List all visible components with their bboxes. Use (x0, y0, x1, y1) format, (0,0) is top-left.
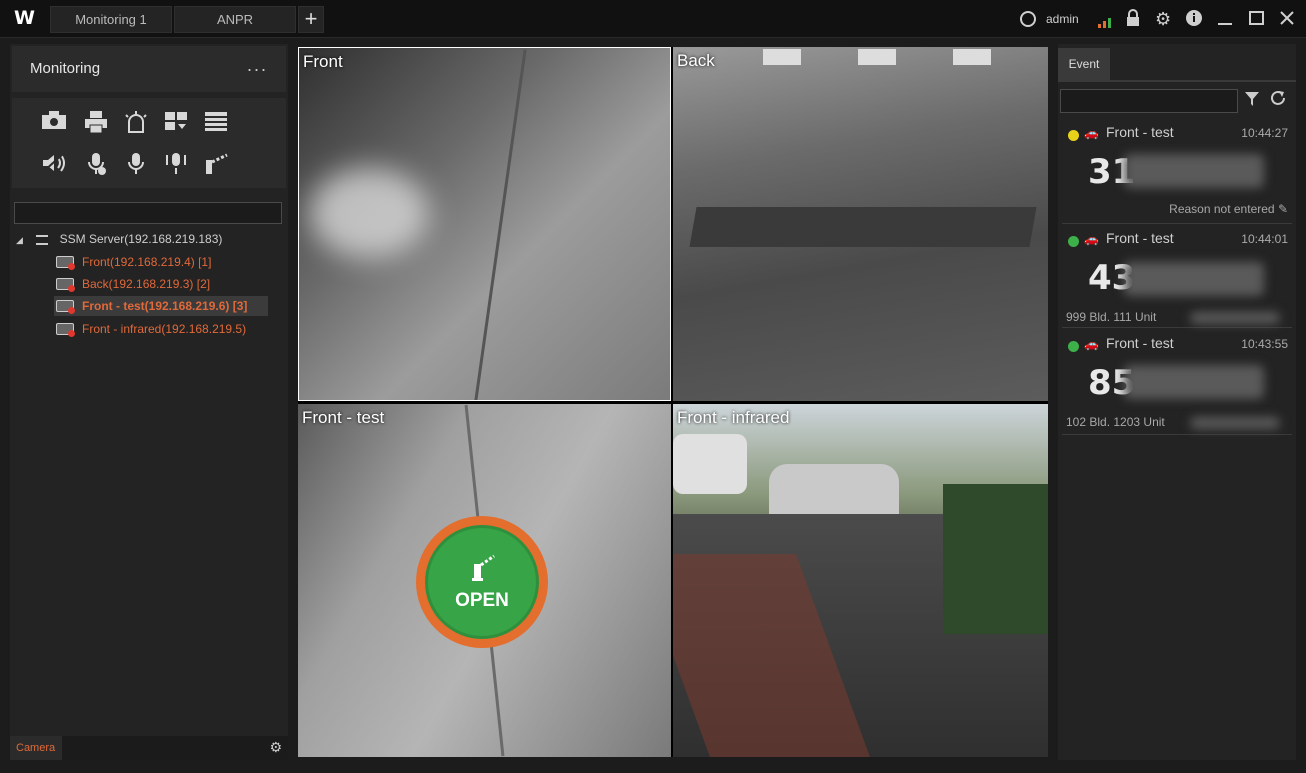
camera-item-front-test[interactable]: Front - test(192.168.219.6) [3] (54, 296, 268, 316)
title-bar: W Monitoring 1 ANPR + admin ⚙ (0, 0, 1306, 38)
sequence-icon[interactable] (202, 110, 230, 136)
event-title: Front - test (1106, 335, 1174, 351)
tab-camera[interactable]: Camera (10, 736, 62, 760)
expand-icon[interactable]: ◢ (16, 235, 23, 245)
status-dot (1068, 236, 1079, 247)
monitoring-header: Monitoring ... (12, 46, 286, 92)
event-time: 10:43:55 (1241, 337, 1288, 351)
camera-label: Front - test(192.168.219.6) [3] (82, 299, 248, 313)
lock-icon[interactable] (1125, 9, 1141, 29)
car-icon: 🚗 (1084, 126, 1099, 140)
username[interactable]: admin (1046, 9, 1079, 29)
mic-icon[interactable] (122, 152, 150, 178)
tile-label: Front - infrared (677, 408, 790, 427)
server-icon (36, 234, 49, 245)
print-icon[interactable] (82, 110, 110, 136)
edit-icon[interactable]: ✎ (1278, 202, 1288, 216)
layout-icon[interactable] (162, 110, 190, 136)
camera-item-front[interactable]: Front(192.168.219.4) [1] (54, 252, 211, 272)
tab-monitoring-1[interactable]: Monitoring 1 (50, 6, 172, 33)
tab-event[interactable]: Event (1058, 48, 1110, 80)
info-icon[interactable] (1185, 9, 1203, 29)
camera-label: Back(192.168.219.3) [2] (82, 277, 211, 291)
user-icon[interactable] (1020, 9, 1036, 29)
broadcast-mic-icon[interactable] (162, 152, 190, 178)
camera-label: Front - infrared(192.168.219.5) (82, 322, 247, 336)
event-panel: Event 🚗 Front - test 10:44:27 31 Reason … (1058, 44, 1296, 760)
event-time: 10:44:01 (1241, 232, 1288, 246)
minimize-icon[interactable] (1218, 9, 1232, 29)
unit-label: 999 Bld. 111 Unit (1066, 310, 1157, 324)
open-gate-button[interactable]: OPEN (416, 516, 548, 648)
more-menu-button[interactable]: ... (247, 55, 268, 76)
event-title: Front - test (1106, 230, 1174, 246)
video-tile-back[interactable]: Back (673, 47, 1048, 401)
car-icon: 🚗 (1084, 232, 1099, 246)
tile-label: Front - test (302, 408, 385, 427)
event-search-input[interactable] (1060, 89, 1238, 113)
panel-title: Monitoring (30, 60, 101, 77)
status-dot (1068, 130, 1079, 141)
barrier-gate-icon[interactable] (202, 152, 230, 178)
server-label: SSM Server(192.168.219.183) (59, 232, 223, 246)
signal-icon (1098, 14, 1112, 28)
mic-settings-icon[interactable] (82, 152, 110, 178)
mute-icon[interactable] (40, 152, 68, 178)
event-card[interactable]: 🚗 Front - test 10:43:55 85 102 Bld. 1203… (1062, 335, 1292, 435)
event-card[interactable]: 🚗 Front - test 10:44:27 31 Reason not en… (1062, 124, 1292, 224)
tile-label: Back (677, 51, 715, 70)
maximize-icon[interactable] (1249, 9, 1264, 29)
close-icon[interactable] (1279, 9, 1295, 29)
event-time: 10:44:27 (1241, 126, 1288, 140)
camera-capture-icon[interactable] (40, 110, 68, 136)
reason-note[interactable]: Reason not entered ✎ (1169, 202, 1288, 216)
tile-label: Front (303, 52, 343, 71)
alarm-icon[interactable] (122, 110, 150, 136)
video-tile-front[interactable]: Front (298, 47, 671, 401)
camera-item-front-infrared[interactable]: Front - infrared(192.168.219.5) (54, 319, 246, 339)
left-footer: Camera ⚙ (10, 736, 288, 760)
camera-search-input[interactable] (14, 202, 282, 224)
app-logo: W (14, 7, 35, 29)
car-icon: 🚗 (1084, 337, 1099, 351)
event-title: Front - test (1106, 124, 1174, 140)
open-label: OPEN (455, 590, 509, 611)
camera-item-back[interactable]: Back(192.168.219.3) [2] (54, 274, 210, 294)
add-tab-button[interactable]: + (298, 6, 324, 33)
status-dot (1068, 341, 1079, 352)
video-tile-front-infrared[interactable]: Front - infrared (673, 404, 1048, 757)
toolbox (12, 98, 286, 188)
camera-label: Front(192.168.219.4) [1] (82, 255, 212, 269)
tab-anpr[interactable]: ANPR (174, 6, 296, 33)
filter-icon[interactable] (1244, 91, 1260, 112)
barrier-gate-icon (472, 554, 495, 581)
gear-icon[interactable]: ⚙ (269, 739, 282, 756)
video-tile-front-test[interactable]: Front - test OPEN (298, 404, 671, 757)
refresh-icon[interactable] (1269, 89, 1287, 112)
tree-server-node[interactable]: ◢ SSM Server(192.168.219.183) (16, 230, 222, 248)
video-grid: Front Back Front - test OPEN Front - inf… (298, 47, 1048, 757)
left-panel: Monitoring ... ◢ SSM Server(192.168.219.… (10, 44, 288, 760)
gear-icon[interactable]: ⚙ (1155, 9, 1171, 29)
unit-label: 102 Bld. 1203 Unit (1066, 415, 1165, 429)
event-card[interactable]: 🚗 Front - test 10:44:01 43 999 Bld. 111 … (1062, 230, 1292, 328)
